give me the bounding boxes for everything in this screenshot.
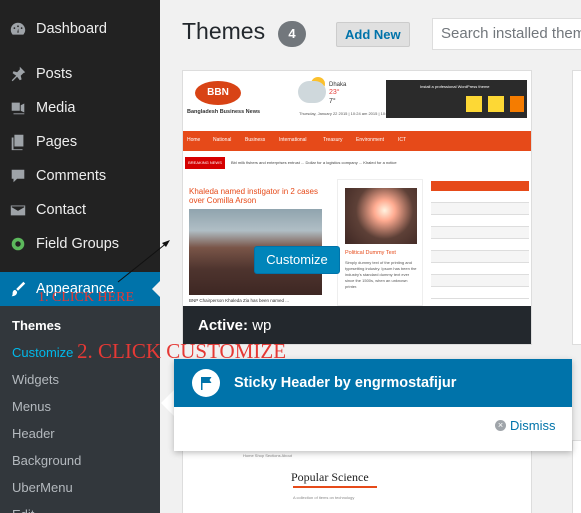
breaking-text: Bbl milk fishers and enterprises entrust… bbox=[231, 160, 397, 165]
breaking-label: BREAKING NEWS bbox=[185, 157, 225, 169]
submenu-menus[interactable]: Menus bbox=[12, 394, 51, 420]
feature-pointer: Sticky Header by engrmostafijur × Dismis… bbox=[174, 359, 572, 451]
dismiss-button[interactable]: × Dismiss bbox=[495, 418, 556, 433]
submenu-customize[interactable]: Customize bbox=[12, 340, 73, 366]
sidebar-item-label: Posts bbox=[36, 66, 73, 82]
sidebar-item-comments[interactable]: Comments bbox=[0, 159, 160, 193]
submenu-edit[interactable]: Edit bbox=[12, 502, 34, 513]
secondary-headline: Political Dummy Text bbox=[345, 250, 396, 256]
header-date: Thursday, January 22 2015 | 10:24 am 201… bbox=[299, 111, 398, 116]
sidebar-item-label: Media bbox=[36, 100, 76, 116]
page-title: Themes bbox=[182, 18, 266, 44]
theme-count-badge: 4 bbox=[278, 21, 306, 47]
active-prefix: Active: bbox=[198, 317, 249, 334]
pointer-arrow bbox=[161, 390, 174, 416]
customize-button[interactable]: Customize bbox=[254, 246, 340, 274]
close-icon: × bbox=[495, 420, 506, 431]
breaking-news-bar: BREAKING NEWS Bbl milk fishers and enter… bbox=[183, 157, 531, 169]
search-input[interactable]: Search installed themes... bbox=[432, 18, 581, 50]
weather-city: Dhaka bbox=[329, 82, 347, 88]
active-theme-label: Active: wp bbox=[198, 317, 271, 334]
submenu-widgets[interactable]: Widgets bbox=[12, 367, 59, 393]
card2-title: Popular Science bbox=[291, 470, 369, 484]
secondary-text: Simply dummy text of the printing and ty… bbox=[345, 260, 417, 289]
adjacent-theme-card[interactable] bbox=[572, 70, 581, 345]
sidebar-item-dashboard[interactable]: Dashboard bbox=[0, 12, 160, 46]
lead-headline: Khaleda named instigator in 2 cases over… bbox=[189, 187, 318, 205]
sidebar-item-pages[interactable]: Pages bbox=[0, 125, 160, 159]
cloud-icon bbox=[298, 81, 326, 103]
pages-icon bbox=[0, 133, 36, 151]
submenu-header[interactable]: Header bbox=[12, 421, 55, 447]
nav-item: Business bbox=[245, 137, 266, 143]
secondary-photo bbox=[345, 188, 417, 244]
nav-item: Home bbox=[187, 137, 201, 143]
nav-item: Treasury bbox=[323, 137, 343, 143]
theme-logo-subtitle: Bangladesh Business News bbox=[187, 109, 261, 115]
admin-sidebar: Dashboard Posts Media Pages Comments Con… bbox=[0, 0, 160, 513]
comment-icon bbox=[0, 167, 36, 185]
media-icon bbox=[0, 99, 36, 117]
weather-low: 7° bbox=[329, 98, 336, 105]
card2-nav: Home Shop Sections About bbox=[243, 453, 292, 458]
mail-icon bbox=[0, 201, 36, 219]
dashboard-icon bbox=[0, 20, 36, 38]
active-indicator bbox=[152, 281, 160, 297]
sidebar-item-label: Field Groups bbox=[36, 236, 120, 252]
theme-screenshot[interactable]: BBN Bangladesh Business News Dhaka 23° 7… bbox=[183, 71, 531, 306]
ad-text: Install a professional WordPress theme bbox=[420, 84, 490, 89]
weather-high: 23° bbox=[329, 89, 340, 96]
nav-item: Environment bbox=[356, 137, 385, 143]
nav-item: National bbox=[213, 137, 232, 143]
secondary-story: Political Dummy Text Simply dummy text o… bbox=[337, 179, 423, 306]
submenu-ubermenu[interactable]: UberMenu bbox=[12, 475, 73, 501]
appearance-submenu: Themes Customize Widgets Menus Header Ba… bbox=[0, 306, 160, 513]
flag-icon bbox=[192, 369, 220, 397]
active-theme-card[interactable]: BBN Bangladesh Business News Dhaka 23° 7… bbox=[182, 70, 532, 345]
market-table bbox=[431, 181, 529, 299]
card2-divider bbox=[293, 486, 377, 488]
card2-meta: A collection of items on technology bbox=[293, 495, 355, 500]
brush-icon bbox=[0, 280, 36, 298]
theme-navbar: Home National Business International Tre… bbox=[183, 131, 531, 151]
submenu-themes[interactable]: Themes bbox=[12, 313, 61, 339]
sidebar-item-media[interactable]: Media bbox=[0, 91, 160, 125]
field-groups-icon bbox=[0, 235, 36, 253]
wp-admin-screen: Dashboard Posts Media Pages Comments Con… bbox=[0, 0, 581, 513]
sidebar-item-label: Comments bbox=[36, 168, 107, 184]
pointer-title: Sticky Header by engrmostafijur bbox=[234, 375, 457, 391]
adjacent-theme-card[interactable] bbox=[572, 440, 581, 513]
active-theme-name: wp bbox=[252, 317, 272, 334]
sidebar-item-contact[interactable]: Contact bbox=[0, 193, 160, 227]
header-ad-banner: Install a professional WordPress theme bbox=[386, 80, 527, 118]
annotation-step-2: 2. CLICK CUSTOMIZE bbox=[77, 339, 287, 363]
lead-caption: BNP Chairperson Khaleda Zia has been nam… bbox=[189, 298, 289, 303]
sidebar-item-posts[interactable]: Posts bbox=[0, 57, 160, 91]
annotation-step-1: 1. CLICK HERE bbox=[38, 290, 135, 305]
sidebar-item-label: Contact bbox=[36, 202, 86, 218]
nav-item: ICT bbox=[398, 137, 407, 143]
sidebar-item-field-groups[interactable]: Field Groups bbox=[0, 227, 160, 261]
submenu-background[interactable]: Background bbox=[12, 448, 81, 474]
pointer-header: Sticky Header by engrmostafijur bbox=[174, 359, 572, 407]
sidebar-item-label: Dashboard bbox=[36, 21, 107, 37]
add-new-button[interactable]: Add New bbox=[336, 22, 410, 47]
theme-logo: BBN bbox=[195, 81, 241, 105]
pin-icon bbox=[0, 65, 36, 83]
dismiss-label: Dismiss bbox=[510, 418, 556, 433]
sidebar-item-label: Pages bbox=[36, 134, 78, 150]
nav-item: International bbox=[279, 137, 307, 143]
